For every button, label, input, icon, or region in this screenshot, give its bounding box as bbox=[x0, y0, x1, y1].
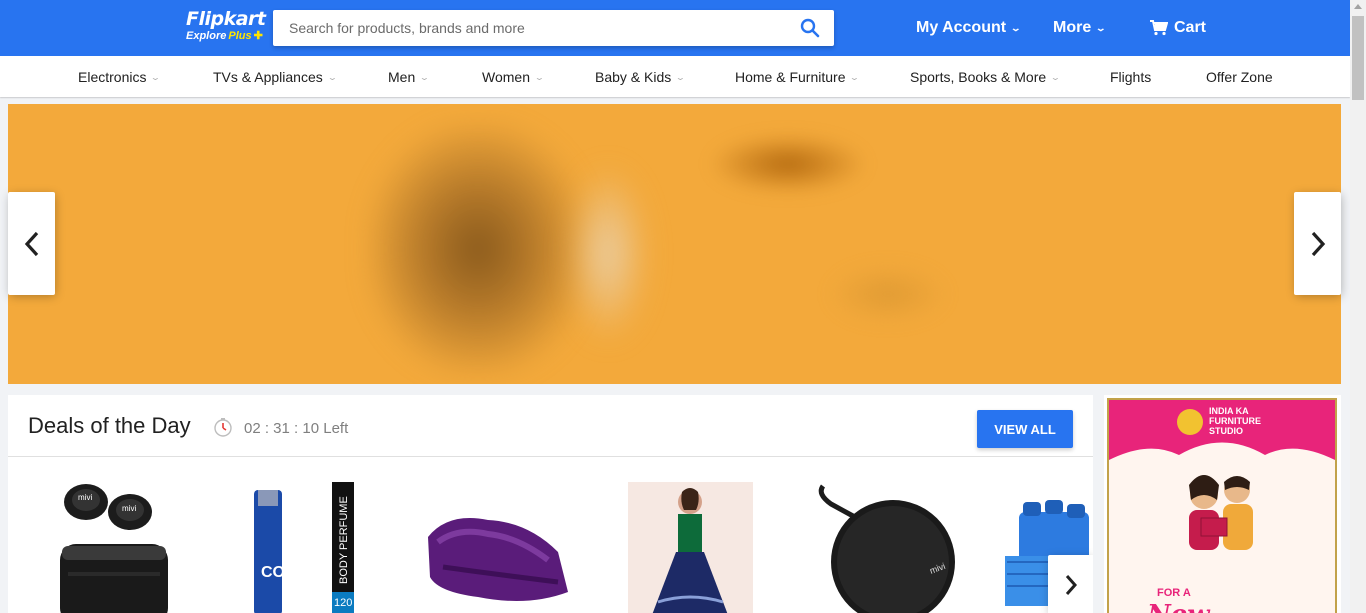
deals-section: Deals of the Day 02 : 31 : 10 Left VIEW … bbox=[8, 395, 1093, 613]
chevron-down-icon: ⌄ bbox=[675, 72, 686, 82]
chevron-down-icon: ⌄ bbox=[1050, 72, 1061, 82]
chevron-down-icon: ⌄ bbox=[150, 72, 162, 82]
chevron-down-icon: ⌄ bbox=[1095, 22, 1107, 33]
chevron-down-icon: ⌄ bbox=[849, 72, 861, 82]
category-women[interactable]: Women ⌄ bbox=[482, 69, 545, 85]
product-card-speaker[interactable]: mivi bbox=[813, 482, 963, 613]
chevron-down-icon: ⌄ bbox=[1010, 22, 1022, 33]
search-input[interactable] bbox=[273, 10, 783, 46]
product-card-perfume[interactable]: CODE BODY PERFUME 120 bbox=[248, 482, 358, 613]
svg-text:mivi: mivi bbox=[122, 504, 136, 513]
svg-text:CODE: CODE bbox=[261, 564, 308, 581]
scroll-up-icon[interactable] bbox=[1354, 4, 1362, 9]
furniture-ad-banner[interactable]: INDIA KA FURNITURE STUDIO FOR A New bbox=[1104, 395, 1341, 613]
perfume-image: CODE BODY PERFUME 120 bbox=[254, 482, 354, 613]
flipkart-logo[interactable]: Flipkart Explore Plus ✚ bbox=[186, 8, 266, 42]
category-sports-books[interactable]: Sports, Books & More ⌄ bbox=[910, 69, 1061, 85]
chevron-right-icon bbox=[1311, 231, 1325, 256]
page-scrollbar[interactable] bbox=[1350, 0, 1366, 613]
category-electronics[interactable]: Electronics ⌄ bbox=[78, 69, 162, 85]
lehenga-image bbox=[652, 488, 728, 613]
deals-title: Deals of the Day bbox=[28, 413, 191, 438]
view-all-button[interactable]: VIEW ALL bbox=[977, 410, 1073, 448]
svg-text:120: 120 bbox=[334, 597, 352, 609]
product-card-lehenga[interactable] bbox=[628, 482, 753, 613]
chevron-right-icon bbox=[1065, 575, 1077, 595]
banner-image bbox=[368, 124, 588, 374]
banner-prev-button[interactable] bbox=[8, 192, 55, 295]
banner-next-button[interactable] bbox=[1294, 192, 1341, 295]
category-home-furniture[interactable]: Home & Furniture ⌄ bbox=[735, 69, 861, 85]
svg-text:BODY PERFUME: BODY PERFUME bbox=[338, 496, 350, 584]
logo-tagline: Explore Plus ✚ bbox=[186, 30, 263, 42]
more-menu[interactable]: More ⌄ bbox=[1053, 19, 1107, 37]
chevron-down-icon: ⌄ bbox=[533, 72, 545, 82]
cart-icon bbox=[1150, 20, 1168, 36]
search-bar bbox=[273, 10, 834, 46]
speaker-image: mivi bbox=[818, 484, 955, 613]
plus-icon: ✚ bbox=[253, 30, 263, 42]
hero-banner[interactable] bbox=[8, 104, 1341, 384]
category-baby-kids[interactable]: Baby & Kids ⌄ bbox=[595, 69, 686, 85]
category-flights[interactable]: Flights bbox=[1110, 69, 1151, 85]
chevron-down-icon: ⌄ bbox=[419, 72, 430, 82]
ad-headline: FOR A New bbox=[1147, 587, 1210, 613]
chevron-down-icon: ⌄ bbox=[326, 72, 338, 82]
category-offer-zone[interactable]: Offer Zone bbox=[1206, 69, 1273, 85]
deals-timer: 02 : 31 : 10 Left bbox=[244, 420, 349, 437]
deals-next-button[interactable] bbox=[1048, 555, 1093, 613]
deals-header: Deals of the Day 02 : 31 : 10 Left VIEW … bbox=[8, 395, 1093, 457]
earbuds-image: mivi mivi bbox=[60, 484, 168, 613]
category-men[interactable]: Men ⌄ bbox=[388, 69, 430, 85]
my-account-menu[interactable]: My Account ⌄ bbox=[916, 19, 1022, 37]
category-bar: Electronics ⌄ TVs & Appliances ⌄ Men ⌄ Wome… bbox=[0, 56, 1350, 97]
product-card-blanket[interactable] bbox=[418, 482, 573, 613]
scrollbar-thumb[interactable] bbox=[1352, 16, 1364, 100]
chevron-left-icon bbox=[24, 231, 38, 256]
header-bar: Flipkart Explore Plus ✚ My Account ⌄ Mor… bbox=[0, 0, 1350, 56]
ad-brand-text: INDIA KA FURNITURE STUDIO bbox=[1209, 406, 1261, 436]
product-card-earbuds[interactable]: mivi mivi bbox=[48, 482, 178, 613]
svg-text:mivi: mivi bbox=[78, 493, 92, 502]
clock-icon bbox=[214, 418, 232, 437]
cart-button[interactable]: Cart bbox=[1150, 19, 1206, 37]
search-icon[interactable] bbox=[800, 18, 820, 38]
logo-brand: Flipkart bbox=[186, 8, 266, 30]
blanket-image bbox=[428, 518, 568, 601]
category-tvs-appliances[interactable]: TVs & Appliances ⌄ bbox=[213, 69, 338, 85]
